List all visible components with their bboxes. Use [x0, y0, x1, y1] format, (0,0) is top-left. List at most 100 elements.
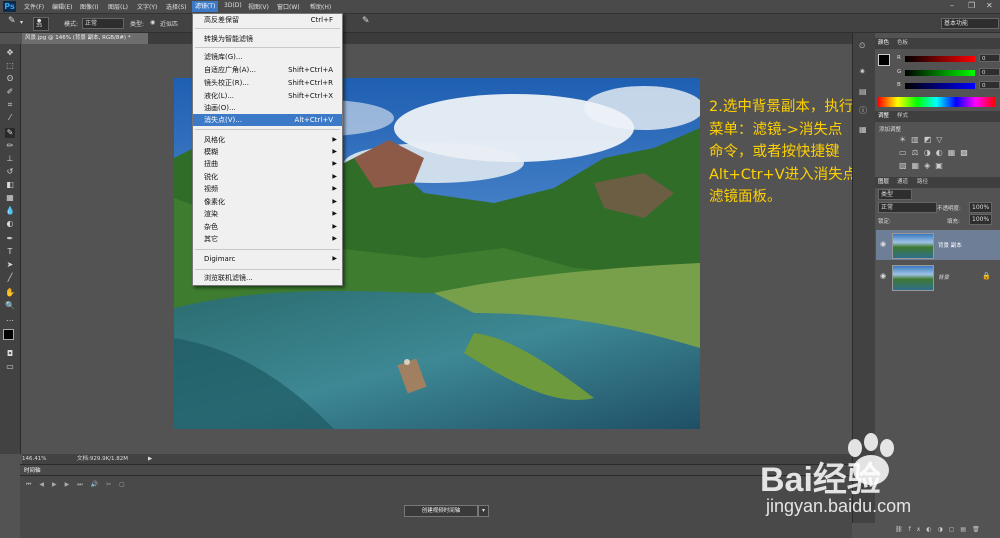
move-tool-icon[interactable]: ✥ — [5, 48, 15, 58]
document-info[interactable]: 文档:929.9K/1.82M — [77, 454, 128, 464]
menu-select[interactable]: 选择(S) — [166, 2, 187, 11]
workspace-select[interactable]: 基本功能 — [941, 18, 999, 29]
shape-tool-icon[interactable]: ╱ — [5, 273, 15, 283]
menu-item-video[interactable]: 视频 ▶ — [193, 183, 342, 195]
properties-panel-icon[interactable]: ▤ — [859, 87, 867, 96]
fill-input[interactable]: 100% — [969, 214, 992, 225]
blur-tool-icon[interactable]: 💧 — [5, 206, 15, 216]
menu-item-stylize[interactable]: 风格化 ▶ — [193, 134, 342, 146]
channel-r-value[interactable]: 0 — [979, 54, 1000, 62]
menu-view[interactable]: 视图(V) — [248, 2, 269, 11]
menu-item-liquify[interactable]: 液化(L)... Shift+Ctrl+X — [193, 90, 342, 102]
zoom-level[interactable]: 146.41% — [22, 454, 46, 464]
zoom-tool-icon[interactable]: 🔍 — [5, 301, 15, 311]
quick-mask-icon[interactable]: ◘ — [5, 349, 15, 359]
foreground-color-swatch[interactable] — [3, 329, 14, 340]
marquee-tool-icon[interactable]: ⬚ — [5, 61, 15, 71]
foreground-swatch[interactable] — [878, 54, 890, 66]
menu-filter[interactable]: 滤镜(T) — [192, 1, 219, 12]
tab-styles[interactable]: 样式 — [897, 111, 908, 122]
layer-row-background-copy[interactable]: ◉ 背景 副本 — [876, 230, 1000, 260]
chevron-down-icon[interactable]: ▾ — [20, 19, 23, 26]
opacity-input[interactable]: 100% — [969, 202, 992, 213]
menu-item-high-pass[interactable]: 高反差保留 Ctrl+F — [193, 14, 342, 26]
path-select-tool-icon[interactable]: ➤ — [5, 260, 15, 270]
menu-image[interactable]: 图像(I) — [80, 2, 98, 11]
brush-size-picker[interactable]: ● 35 — [33, 17, 49, 31]
menu-layer[interactable]: 图层(L) — [108, 2, 128, 11]
healing-brush-tool-icon[interactable]: ✎ — [5, 128, 15, 138]
history-panel-icon[interactable]: ⏲ — [859, 41, 865, 51]
tab-timeline[interactable]: 时间轴 — [24, 466, 41, 474]
color-spectrum-bar[interactable] — [878, 97, 995, 107]
menu-item-browse-online-filters[interactable]: 浏览联机滤镜... — [193, 272, 342, 284]
tab-color[interactable]: 颜色 — [878, 38, 889, 49]
menu-item-sharpen[interactable]: 锐化 ▶ — [193, 171, 342, 183]
menu-item-other[interactable]: 其它 ▶ — [193, 233, 342, 245]
brush-tool-icon[interactable]: ✏ — [5, 141, 15, 151]
channel-g-value[interactable]: 0 — [979, 68, 1000, 76]
layer-kind-filter[interactable]: 类型 — [878, 189, 912, 200]
create-video-timeline-button[interactable]: 创建视频时间轴 — [404, 505, 478, 517]
type-tool-icon[interactable]: T — [5, 247, 15, 257]
dodge-tool-icon[interactable]: ◐ — [5, 219, 15, 229]
tab-adjustments[interactable]: 调整 — [878, 111, 889, 122]
eye-icon[interactable]: ◉ — [880, 240, 886, 248]
status-arrow-icon[interactable]: ▶ — [148, 454, 152, 464]
tab-paths[interactable]: 路径 — [917, 177, 928, 188]
menu-item-digimarc[interactable]: Digimarc ▶ — [193, 253, 342, 265]
tab-swatches[interactable]: 色板 — [897, 38, 908, 49]
menu-item-blur[interactable]: 模糊 ▶ — [193, 146, 342, 158]
hand-tool-icon[interactable]: ✋ — [5, 288, 15, 298]
channel-b-value[interactable]: 0 — [979, 81, 1000, 89]
blend-mode-select[interactable]: 正常 — [878, 202, 937, 213]
near-match-radio[interactable]: ◉ — [150, 19, 155, 26]
gradient-tool-icon[interactable]: ▦ — [5, 193, 15, 203]
lasso-tool-icon[interactable]: ʘ — [5, 74, 15, 84]
menu-item-render[interactable]: 渲染 ▶ — [193, 208, 342, 220]
minimize-icon[interactable]: – — [950, 1, 954, 10]
menu-item-adaptive-wide-angle[interactable]: 自适应广角(A)... Shift+Ctrl+A — [193, 64, 342, 76]
quick-select-tool-icon[interactable]: ✐ — [5, 87, 15, 97]
document-tab[interactable]: 风景.jpg @ 146% (背景 副本, RGB/8#) * — [22, 33, 148, 44]
brush-preset-icon[interactable]: ✎ — [8, 16, 16, 26]
clone-stamp-tool-icon[interactable]: ⊥ — [5, 154, 15, 164]
menu-item-vanishing-point[interactable]: 消失点(V)... Alt+Ctrl+V — [193, 114, 342, 126]
actions-panel-icon[interactable]: ✷ — [859, 67, 866, 76]
menu-item-noise[interactable]: 杂色 ▶ — [193, 221, 342, 233]
menu-3d[interactable]: 3D(D) — [224, 2, 242, 9]
menu-item-convert-smart-filters[interactable]: 转换为智能滤镜 — [193, 33, 342, 45]
timeline-dropdown-icon[interactable]: ▾ — [478, 505, 489, 517]
pressure-icon[interactable]: ✎ — [362, 16, 370, 26]
channel-b-slider[interactable] — [905, 83, 975, 89]
menu-item-pixelate[interactable]: 像素化 ▶ — [193, 196, 342, 208]
pen-tool-icon[interactable]: ✒ — [5, 234, 15, 244]
menu-type[interactable]: 文字(Y) — [137, 2, 157, 11]
close-icon[interactable]: ✕ — [986, 1, 993, 10]
restore-icon[interactable]: ❐ — [968, 1, 975, 10]
eyedropper-tool-icon[interactable]: ⁄ — [5, 113, 15, 123]
menu-window[interactable]: 窗口(W) — [277, 2, 300, 11]
history-brush-tool-icon[interactable]: ↺ — [5, 167, 15, 177]
menu-file[interactable]: 文件(F) — [24, 2, 44, 11]
brush-panel-icon[interactable]: ▦ — [859, 125, 867, 134]
playback-controls-icons[interactable]: ⏮◀▶▶⏭🔊✂▢ — [26, 481, 133, 489]
mode-select[interactable]: 正常 — [82, 18, 124, 29]
crop-tool-icon[interactable]: ⌗ — [5, 100, 15, 110]
eraser-tool-icon[interactable]: ◧ — [5, 180, 15, 190]
adjustment-icons-grid[interactable]: ☀▥◩▽ ▭⚖◑◐▦▩ ▨▦◈▣ — [899, 133, 969, 173]
menu-item-distort[interactable]: 扭曲 ▶ — [193, 158, 342, 170]
channel-r-slider[interactable] — [905, 56, 975, 62]
menu-edit[interactable]: 编辑(E) — [52, 2, 72, 11]
channel-g-slider[interactable] — [905, 70, 975, 76]
menu-help[interactable]: 帮助(H) — [310, 2, 331, 11]
menu-item-oil-paint[interactable]: 油画(O)... — [193, 102, 342, 114]
tab-channels[interactable]: 通道 — [897, 177, 908, 188]
eye-icon[interactable]: ◉ — [880, 272, 886, 280]
tab-layers[interactable]: 图层 — [878, 177, 889, 188]
info-panel-icon[interactable]: ⓘ — [859, 105, 867, 116]
layer-row-background[interactable]: ◉ 背景 🔒 — [876, 262, 1000, 292]
more-tools-icon[interactable]: … — [5, 314, 15, 324]
screen-mode-icon[interactable]: ▭ — [5, 362, 15, 372]
menu-item-filter-gallery[interactable]: 滤镜库(G)... — [193, 51, 342, 63]
